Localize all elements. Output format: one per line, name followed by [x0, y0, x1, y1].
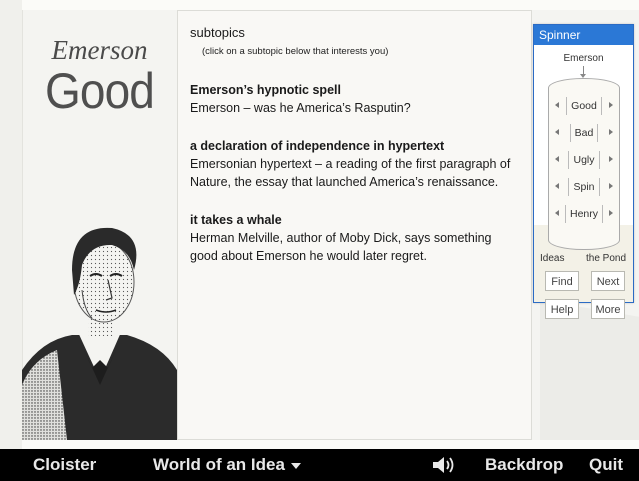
spinner-item-bad[interactable]: Bad [553, 119, 615, 146]
spinner-panel: Spinner Emerson Good Bad Ugly Spin Henry… [533, 24, 634, 319]
subtopics-panel: subtopics (click on a subtopic below tha… [190, 24, 520, 265]
spinner-item-ugly[interactable]: Ugly [553, 146, 615, 173]
more-button[interactable]: More [591, 299, 625, 319]
subtopic-description[interactable]: Emersonian hypertext – a reading of the … [190, 155, 520, 191]
arrow-right-icon[interactable] [609, 210, 613, 216]
spinner-item-spin[interactable]: Spin [553, 173, 615, 200]
arrow-right-icon[interactable] [609, 129, 613, 135]
bottom-navigation-bar: Cloister World of an Idea Backdrop Quit [0, 449, 639, 481]
section-word: Good [45, 63, 155, 119]
spinner-item-label[interactable]: Good [566, 96, 602, 115]
arrow-right-icon[interactable] [609, 102, 613, 108]
world-of-an-idea-menu[interactable]: World of an Idea [153, 449, 301, 481]
find-button[interactable]: Find [545, 271, 579, 291]
world-of-an-idea-label[interactable]: World of an Idea [153, 455, 285, 474]
arrow-left-icon[interactable] [555, 129, 559, 135]
subtopic-title[interactable]: it takes a whale [190, 211, 520, 229]
subtopic-whale[interactable]: it takes a whale Herman Melville, author… [190, 211, 520, 265]
spinner-body: Emerson Good Bad Ugly Spin Henry Ideas t… [534, 45, 633, 319]
subtopic-hypnotic-spell[interactable]: Emerson’s hypnotic spell Emerson – was h… [190, 81, 520, 117]
chevron-down-icon[interactable] [290, 462, 301, 469]
cloister-link[interactable]: Cloister [33, 449, 96, 481]
subtopic-title[interactable]: Emerson’s hypnotic spell [190, 81, 520, 99]
subtopics-heading: subtopics [190, 25, 245, 40]
down-arrow-icon [580, 66, 586, 78]
arrow-right-icon[interactable] [609, 183, 613, 189]
spinner-item-label[interactable]: Ugly [568, 150, 600, 169]
ideas-link[interactable]: Ideas [540, 253, 564, 264]
right-page-fold [540, 300, 639, 440]
spinner-items: Good Bad Ugly Spin Henry [553, 92, 615, 227]
arrow-left-icon[interactable] [555, 102, 559, 108]
subtopic-title[interactable]: a declaration of independence in hyperte… [190, 137, 520, 155]
subtopic-description[interactable]: Herman Melville, author of Moby Dick, sa… [190, 229, 520, 265]
arrow-left-icon[interactable] [555, 210, 559, 216]
spinner-caption: Emerson [563, 53, 604, 64]
speaker-icon[interactable] [432, 455, 458, 480]
backdrop-link[interactable]: Backdrop [485, 449, 563, 481]
arrow-right-icon[interactable] [609, 156, 613, 162]
spinner-item-good[interactable]: Good [553, 92, 615, 119]
spinner-item-henry[interactable]: Henry [553, 200, 615, 227]
quit-link[interactable]: Quit [589, 449, 623, 481]
subtopic-description[interactable]: Emerson – was he America’s Rasputin? [190, 99, 520, 117]
spinner-item-label[interactable]: Bad [569, 123, 599, 142]
spinner-item-label[interactable]: Spin [568, 177, 600, 196]
arrow-left-icon[interactable] [555, 183, 559, 189]
help-button[interactable]: Help [545, 299, 579, 319]
arrow-left-icon[interactable] [555, 156, 559, 162]
left-fold [0, 0, 22, 449]
spinner-title: Spinner [534, 25, 633, 45]
the-pond-link[interactable]: the Pond [586, 253, 626, 264]
subtopic-declaration[interactable]: a declaration of independence in hyperte… [190, 137, 520, 191]
next-button[interactable]: Next [591, 271, 625, 291]
subtopics-hint: (click on a subtopic below that interest… [202, 46, 389, 57]
spinner-item-label[interactable]: Henry [564, 204, 603, 223]
portrait-image [22, 227, 177, 440]
